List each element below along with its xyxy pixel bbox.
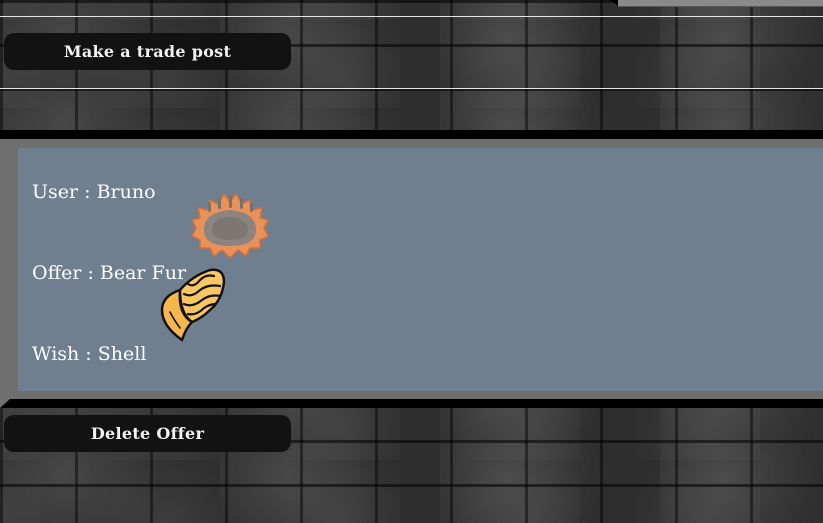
bear-fur-icon: [190, 190, 270, 260]
wish-label: Wish : Shell: [32, 343, 147, 365]
user-label: User : Bruno: [32, 181, 156, 203]
divider-line: [0, 88, 823, 89]
divider-line: [0, 16, 823, 17]
trade-offer-card-frame: User : Bruno Offer : Bear Fur Wish : She…: [0, 139, 823, 408]
top-corner-panel: [610, 0, 823, 7]
trade-offer-card: User : Bruno Offer : Bear Fur Wish : She…: [0, 130, 823, 408]
delete-offer-button[interactable]: Delete Offer: [4, 415, 291, 452]
trade-offer-card-body: User : Bruno Offer : Bear Fur Wish : She…: [18, 148, 823, 391]
make-trade-post-button[interactable]: Make a trade post: [4, 33, 291, 70]
shell-icon: [158, 266, 228, 346]
